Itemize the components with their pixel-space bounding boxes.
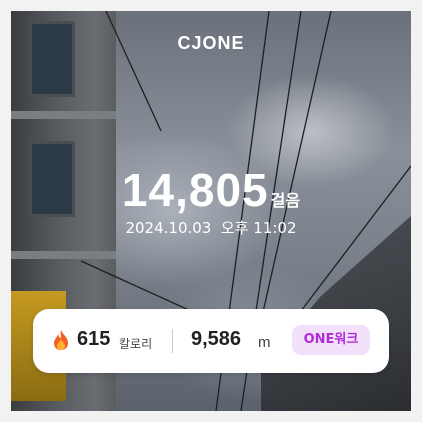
calories-unit: 칼로리 xyxy=(119,337,153,351)
step-count-value: 14,805 xyxy=(121,164,269,216)
timestamp-date: 2024.10.03 xyxy=(125,219,212,237)
divider xyxy=(172,329,173,353)
step-count-unit: 걸음 xyxy=(270,191,301,210)
distance-unit: m xyxy=(258,334,271,351)
step-count: 14,805 걸음 xyxy=(11,163,411,217)
distance-value: 9,586 xyxy=(191,328,242,350)
cjone-logo: CJONE xyxy=(177,33,245,53)
calories-value: 615 xyxy=(77,328,111,350)
timestamp-time: 오후 11:02 xyxy=(220,219,297,237)
timestamp: 2024.10.03 오후 11:02 xyxy=(11,217,411,238)
one-walk-badge[interactable]: ONE워크 xyxy=(292,325,370,355)
fire-icon xyxy=(54,330,68,350)
photo-frame: CJONE 14,805 걸음 2024.10.03 오후 11:02 615 칼… xyxy=(11,11,411,411)
stats-card: 615 칼로리 9,586 m ONE워크 xyxy=(33,309,389,373)
